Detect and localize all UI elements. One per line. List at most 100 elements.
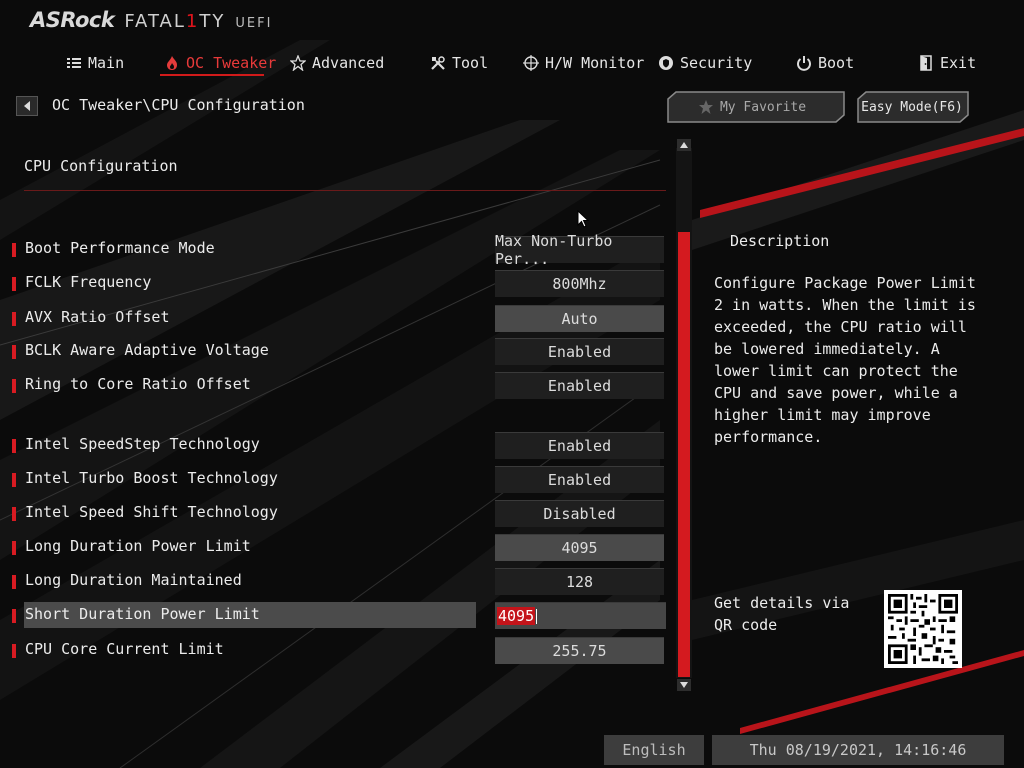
tab-hw-monitor[interactable]: H/W Monitor	[523, 50, 644, 76]
tab-label: Main	[88, 54, 125, 72]
setting-value-dropdown[interactable]: Enabled	[495, 338, 664, 365]
row-marker	[12, 507, 16, 521]
setting-value-input[interactable]: 4095	[495, 534, 664, 561]
setting-row-intel-speedstep[interactable]: Intel SpeedStep Technology Enabled	[10, 432, 666, 459]
row-marker	[12, 644, 16, 658]
tab-main[interactable]: Main	[66, 50, 124, 76]
my-favorite-button[interactable]: My Favorite	[666, 91, 846, 123]
setting-value-dropdown[interactable]: Enabled	[495, 432, 664, 459]
datetime-display: Thu 08/19/2021, 14:16:46	[712, 735, 1004, 765]
setting-label: Intel Speed Shift Technology	[25, 503, 278, 521]
qr-code	[884, 590, 962, 668]
exit-door-icon	[920, 55, 932, 71]
row-marker	[12, 379, 16, 393]
star-icon	[290, 55, 306, 71]
setting-row-short-duration-power-limit[interactable]: Short Duration Power Limit 4095	[10, 602, 666, 629]
setting-value-input-active[interactable]: 4095	[495, 602, 666, 629]
arrow-down-icon	[680, 682, 688, 688]
setting-value-dropdown[interactable]: 128	[495, 568, 664, 595]
setting-row-intel-speed-shift[interactable]: Intel Speed Shift Technology Disabled	[10, 500, 666, 527]
flame-icon	[167, 56, 177, 70]
setting-value-input[interactable]: 255.75	[495, 637, 664, 664]
scroll-down-button[interactable]	[677, 679, 691, 691]
tools-icon	[431, 56, 445, 70]
setting-row-boot-performance-mode[interactable]: Boot Performance Mode Max Non-Turbo Per.…	[10, 232, 666, 268]
star-icon	[699, 100, 713, 114]
language-button[interactable]: English	[604, 735, 704, 765]
tab-label: Advanced	[312, 54, 385, 72]
setting-label: CPU Core Current Limit	[25, 640, 224, 658]
row-marker	[12, 345, 16, 359]
setting-row-fclk-frequency[interactable]: FCLK Frequency 800Mhz	[10, 270, 666, 297]
setting-row-avx-ratio-offset[interactable]: AVX Ratio Offset Auto	[10, 305, 666, 332]
easy-mode-label: Easy Mode(F6)	[861, 99, 963, 115]
page-title: CPU Configuration	[24, 157, 178, 175]
setting-label: Long Duration Power Limit	[25, 537, 251, 555]
row-marker	[12, 277, 16, 291]
tab-label: Boot	[818, 54, 855, 72]
setting-row-long-duration-maintained[interactable]: Long Duration Maintained 128	[10, 568, 666, 595]
brand-name: ASRock	[30, 8, 115, 32]
tab-advanced[interactable]: Advanced	[290, 50, 384, 76]
tab-exit[interactable]: Exit	[918, 50, 976, 76]
title-divider	[24, 190, 666, 191]
description-text: Configure Package Power Limit 2 in watts…	[714, 274, 976, 446]
brand-suffix: UEFI	[235, 16, 273, 31]
back-button[interactable]	[16, 96, 38, 116]
tab-security[interactable]: Security	[658, 50, 752, 76]
row-marker	[12, 439, 16, 453]
setting-label: Ring to Core Ratio Offset	[25, 375, 251, 393]
setting-label: Intel Turbo Boost Technology	[25, 469, 278, 487]
breadcrumb: OC Tweaker\CPU Configuration	[52, 96, 305, 114]
brand-logo: ASRock FATAL1TY UEFI	[30, 8, 272, 38]
setting-value-dropdown[interactable]: 800Mhz	[495, 270, 664, 297]
qr-caption: Get details via QR code	[714, 594, 850, 634]
setting-row-intel-turbo-boost[interactable]: Intel Turbo Boost Technology Enabled	[10, 466, 666, 493]
tab-label: Exit	[940, 54, 977, 72]
tab-tool[interactable]: Tool	[430, 50, 488, 76]
scroll-up-button[interactable]	[677, 139, 691, 151]
tab-label: OC Tweaker	[186, 54, 277, 72]
power-icon	[797, 56, 811, 71]
crosshair-icon	[523, 55, 539, 71]
easy-mode-button[interactable]: Easy Mode(F6)	[856, 91, 969, 123]
tab-label: Tool	[452, 54, 489, 72]
setting-value-input[interactable]: Auto	[495, 305, 664, 332]
setting-label: Long Duration Maintained	[25, 571, 242, 589]
setting-label: FCLK Frequency	[25, 273, 152, 291]
active-tab-indicator	[160, 74, 264, 76]
row-marker	[12, 609, 16, 623]
row-marker	[12, 312, 16, 326]
back-arrow-icon	[24, 101, 30, 111]
row-marker	[12, 473, 16, 487]
edit-text: 4095	[497, 607, 536, 625]
mouse-cursor-icon	[577, 210, 589, 228]
row-marker	[12, 541, 16, 555]
list-icon	[67, 58, 81, 68]
text-caret	[536, 608, 538, 624]
description-title: Description	[730, 232, 830, 250]
setting-value-dropdown[interactable]: Disabled	[495, 500, 664, 527]
setting-value-dropdown[interactable]: Enabled	[495, 466, 664, 493]
setting-row-bclk-aware-adaptive-voltage[interactable]: BCLK Aware Adaptive Voltage Enabled	[10, 338, 666, 365]
setting-label: Short Duration Power Limit	[25, 605, 260, 623]
setting-row-long-duration-power-limit[interactable]: Long Duration Power Limit 4095	[10, 534, 666, 561]
setting-label: Intel SpeedStep Technology	[25, 435, 260, 453]
setting-row-cpu-core-current-limit[interactable]: CPU Core Current Limit 255.75	[10, 637, 666, 664]
setting-row-ring-to-core-ratio-offset[interactable]: Ring to Core Ratio Offset Enabled	[10, 372, 666, 399]
setting-label: AVX Ratio Offset	[25, 308, 170, 326]
setting-label: BCLK Aware Adaptive Voltage	[25, 341, 269, 359]
shield-icon	[659, 56, 673, 70]
setting-label: Boot Performance Mode	[25, 239, 215, 257]
brand-line: FATAL1TY	[124, 11, 226, 32]
row-marker	[12, 575, 16, 589]
setting-value-dropdown[interactable]: Max Non-Turbo Per...	[495, 232, 664, 268]
tab-label: H/W Monitor	[545, 54, 645, 72]
scrollbar-thumb[interactable]	[678, 232, 690, 677]
my-favorite-label: My Favorite	[719, 99, 807, 115]
arrow-up-icon	[680, 142, 688, 148]
tab-boot[interactable]: Boot	[796, 50, 854, 76]
tab-oc-tweaker[interactable]: OC Tweaker	[164, 50, 276, 76]
row-marker	[12, 243, 16, 257]
setting-value-dropdown[interactable]: Enabled	[495, 372, 664, 399]
